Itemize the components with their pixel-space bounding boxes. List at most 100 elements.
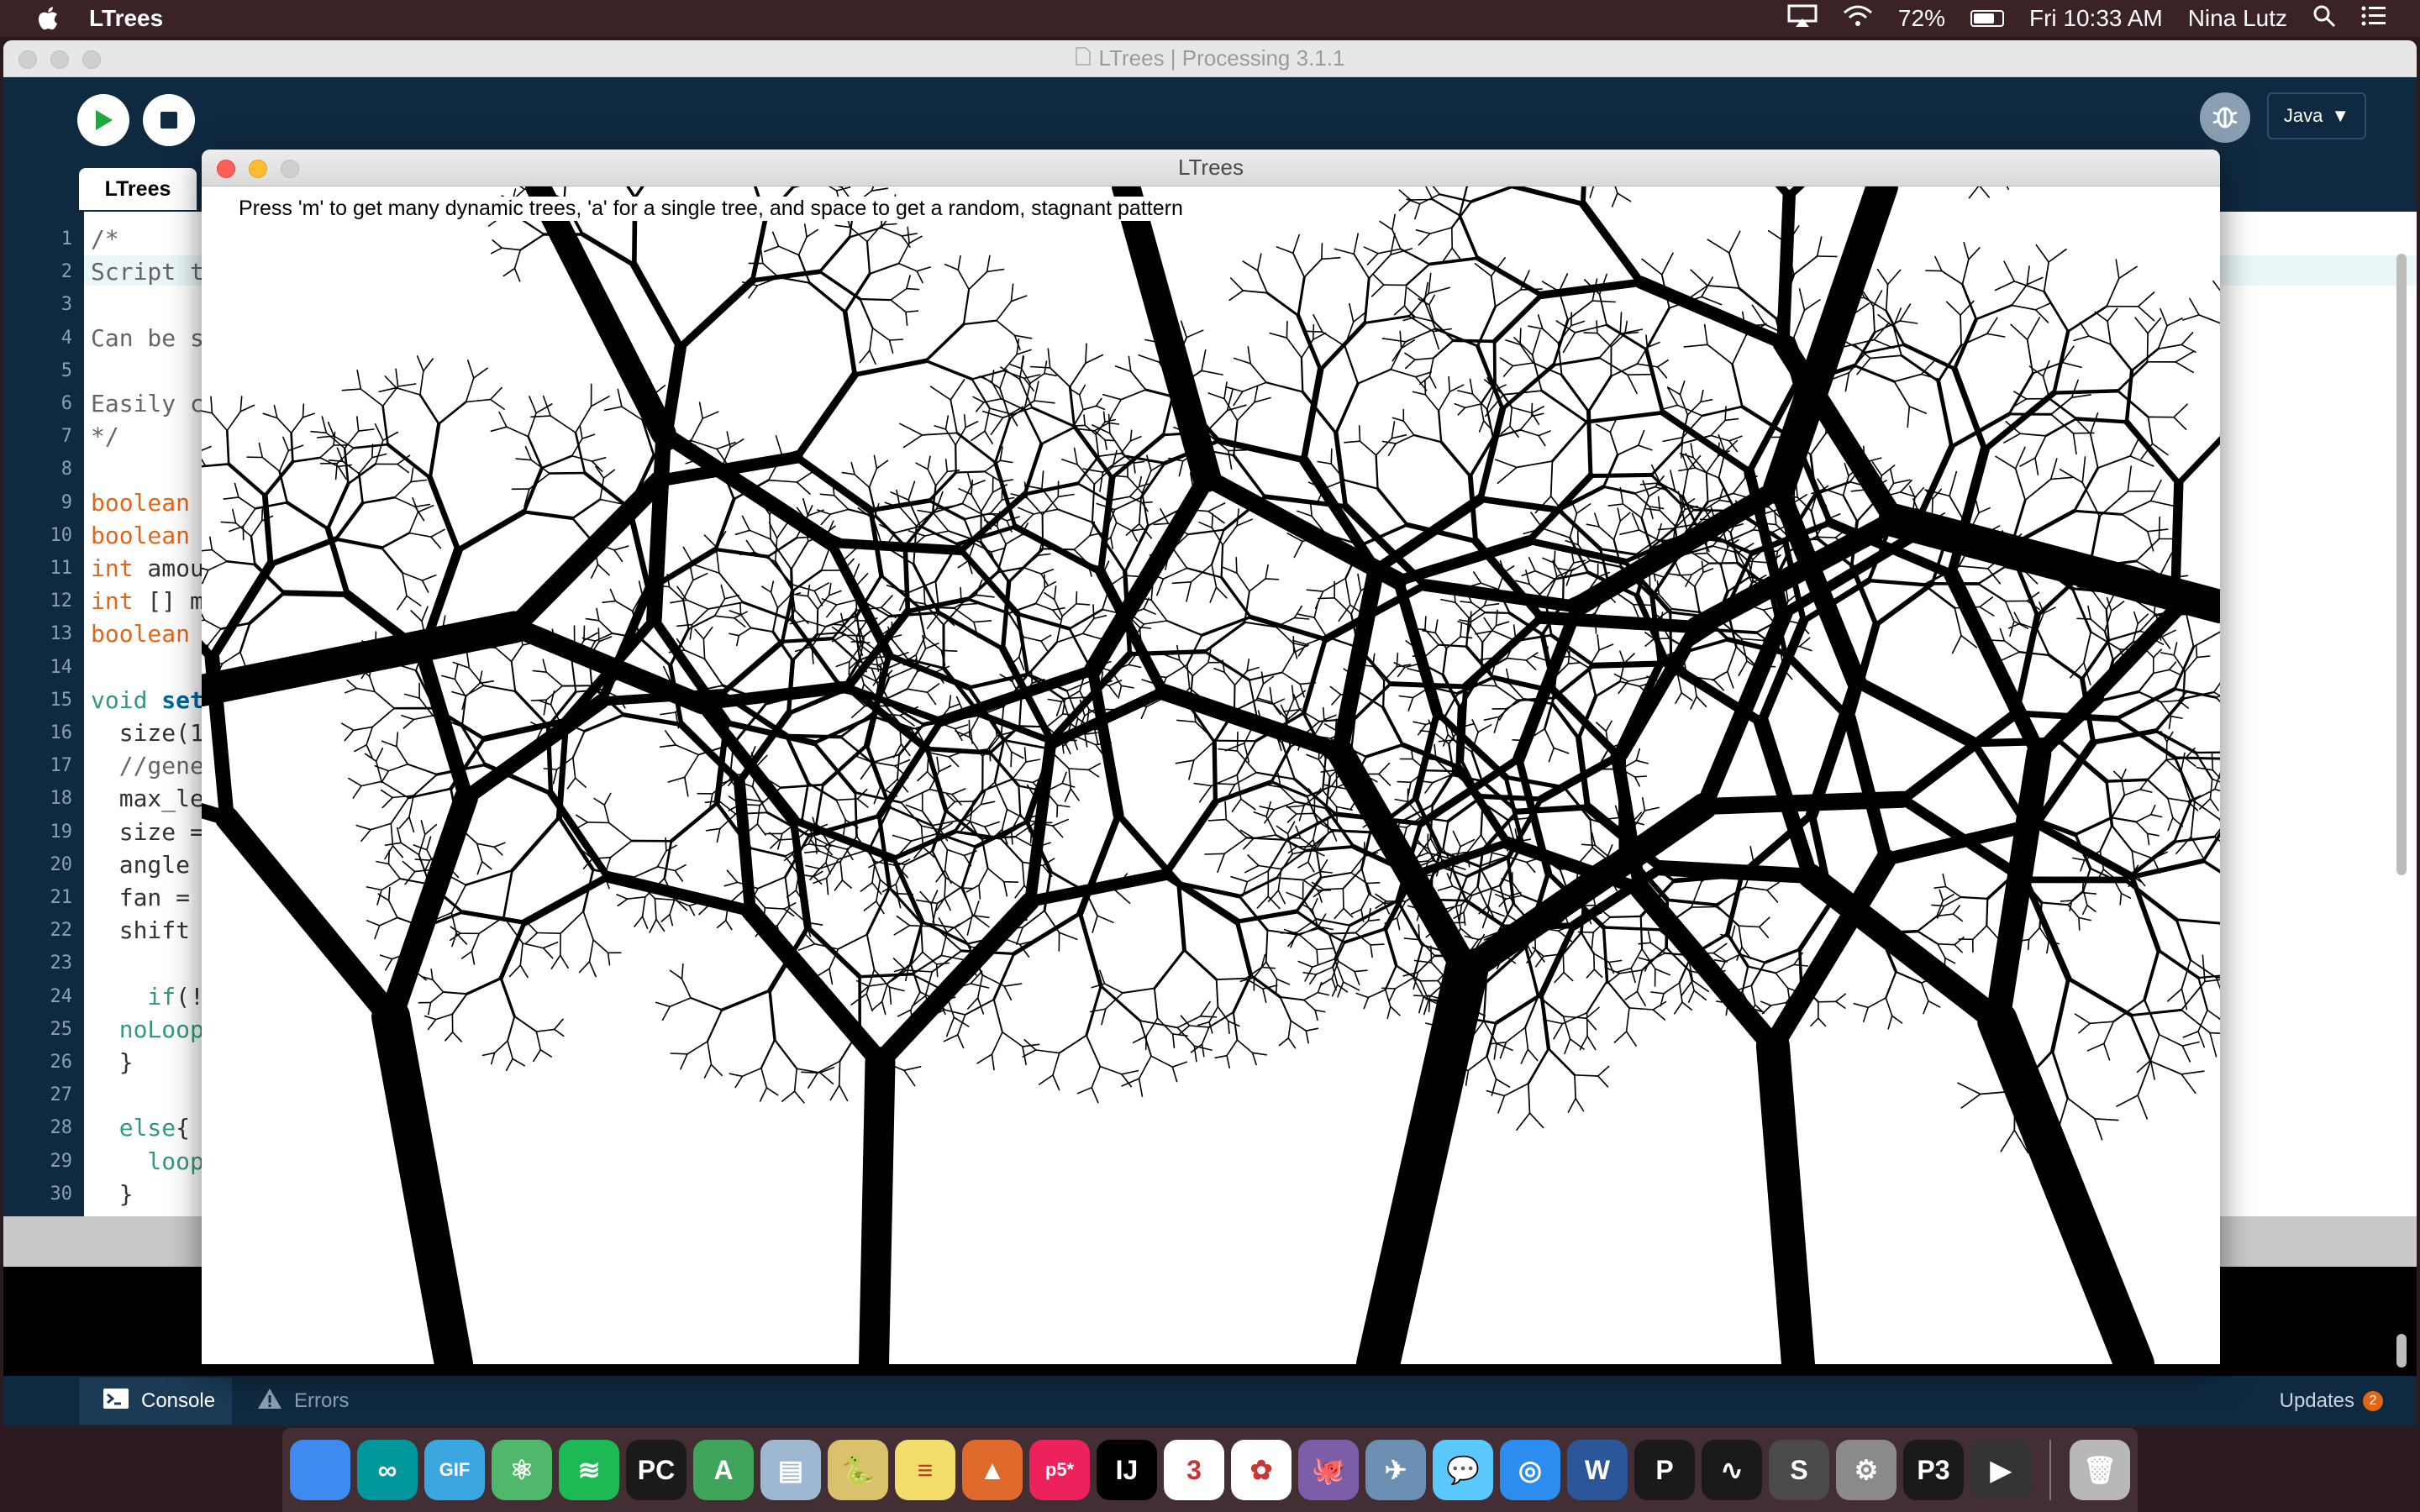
tree-branch	[1260, 966, 1276, 969]
tree-branch	[1887, 1015, 1893, 1030]
console-tab[interactable]: Console	[79, 1378, 232, 1425]
editor-scrollbar[interactable]	[2396, 254, 2407, 875]
tree-branch	[1519, 415, 1533, 431]
ide-minimize-button[interactable]	[50, 50, 69, 69]
console-scrollbar[interactable]	[2396, 1334, 2407, 1368]
tree-branch	[1425, 186, 1434, 201]
tree-branch	[2207, 1009, 2220, 1021]
tree-branch	[2173, 835, 2216, 843]
tree-branch	[337, 465, 347, 480]
tree-branch	[302, 403, 305, 418]
tree-branch	[1301, 637, 1328, 716]
tree-branch	[210, 396, 213, 414]
active-app-name[interactable]: LTrees	[89, 5, 163, 32]
tree-branch	[361, 496, 396, 505]
tree-branch	[596, 607, 600, 622]
tree-branch	[1635, 748, 1641, 762]
tree-branch	[1520, 1048, 1529, 1064]
user-name[interactable]: Nina Lutz	[2188, 5, 2287, 32]
tree-branch	[2079, 322, 2090, 337]
tree-branch	[1265, 929, 1269, 963]
tree-branch	[1531, 329, 1541, 356]
tree-branch	[490, 1052, 496, 1065]
tree-branch	[1958, 564, 1989, 570]
tree-branch	[726, 869, 739, 884]
tree-branch	[1061, 782, 1076, 788]
tree-branch	[1625, 1007, 1630, 1032]
updates-button[interactable]: Updates 2	[2280, 1389, 2383, 1413]
debugger-icon[interactable]	[2200, 92, 2250, 143]
tree-branch	[935, 869, 946, 883]
tree-branch	[868, 858, 885, 869]
tree-branch	[1015, 927, 1023, 946]
tree-branch	[638, 580, 644, 596]
tree-branch	[575, 405, 592, 433]
sketch-title-bar[interactable]: LTrees	[202, 150, 2220, 186]
tree-branch	[906, 670, 918, 690]
tree-branch	[1143, 620, 1168, 625]
tree-branch	[276, 417, 292, 434]
spotlight-search-icon[interactable]	[2312, 4, 2336, 34]
stop-button[interactable]	[143, 94, 195, 146]
line-number: 27	[50, 1084, 73, 1106]
tab-ltrees[interactable]: LTrees	[79, 168, 197, 210]
tree-branch	[356, 416, 360, 432]
tree-branch	[1356, 948, 1489, 1364]
sketch-canvas[interactable]	[202, 186, 2220, 1364]
tree-branch	[2040, 901, 2070, 906]
apple-menu-icon[interactable]	[30, 2, 64, 35]
tree-branch	[1222, 566, 1238, 575]
ide-zoom-button[interactable]	[82, 50, 101, 69]
battery-percent[interactable]: 72%	[1898, 5, 1945, 32]
tree-branch	[1273, 801, 1297, 811]
line-number: 1	[60, 228, 72, 249]
tree-branch	[2096, 454, 2132, 470]
tree-branch	[1619, 312, 1623, 335]
tree-branch	[2153, 648, 2162, 659]
airplay-icon[interactable]	[1787, 4, 1818, 34]
tree-branch	[1037, 553, 1051, 557]
mode-selector[interactable]: Java ▼	[2267, 92, 2366, 139]
tree-branch	[1528, 1083, 1531, 1114]
tree-branch	[775, 434, 783, 456]
tree-branch	[1145, 1017, 1159, 1037]
tree-branch	[1379, 220, 1393, 231]
tree-branch	[1607, 503, 1624, 507]
tree-branch	[2094, 311, 2108, 323]
tree-branch	[1700, 389, 1704, 403]
ide-close-button[interactable]	[18, 50, 37, 69]
sketch-minimize-button[interactable]	[249, 160, 267, 178]
sketch-zoom-button[interactable]	[281, 160, 299, 178]
tree-branch	[1497, 466, 1518, 485]
tree-branch	[1217, 783, 1236, 785]
errors-tab[interactable]: Errors	[232, 1378, 366, 1425]
tree-branch	[1728, 435, 1743, 442]
tree-branch	[957, 559, 969, 569]
tree-branch	[1443, 692, 1459, 719]
tree-branch	[2107, 307, 2118, 323]
tree-branch	[254, 501, 288, 510]
tree-branch	[397, 827, 402, 844]
tree-branch	[590, 396, 610, 407]
tree-branch	[2089, 412, 2099, 435]
tree-branch	[1975, 499, 1980, 514]
tree-branch	[1952, 913, 1964, 922]
tree-branch	[838, 1060, 841, 1086]
clock[interactable]: Fri 10:33 AM	[2029, 5, 2163, 32]
tree-branch	[1873, 580, 1935, 627]
tree-branch	[2202, 831, 2220, 863]
tree-branch	[1305, 1027, 1319, 1032]
sketch-window-title: LTrees	[1177, 155, 1244, 180]
notification-center-icon[interactable]	[2361, 5, 2386, 33]
tree-branch	[1110, 536, 1113, 549]
battery-icon[interactable]	[1970, 10, 2004, 27]
sketch-close-button[interactable]	[217, 160, 235, 178]
tree-branch	[1521, 570, 1536, 577]
tree-branch	[460, 910, 527, 925]
tree-branch	[793, 1068, 798, 1092]
wifi-icon[interactable]	[1843, 4, 1873, 34]
run-button[interactable]	[77, 94, 129, 146]
tree-branch	[1247, 346, 1251, 365]
tree-branch	[1390, 347, 1402, 370]
tree-branch	[540, 454, 573, 470]
